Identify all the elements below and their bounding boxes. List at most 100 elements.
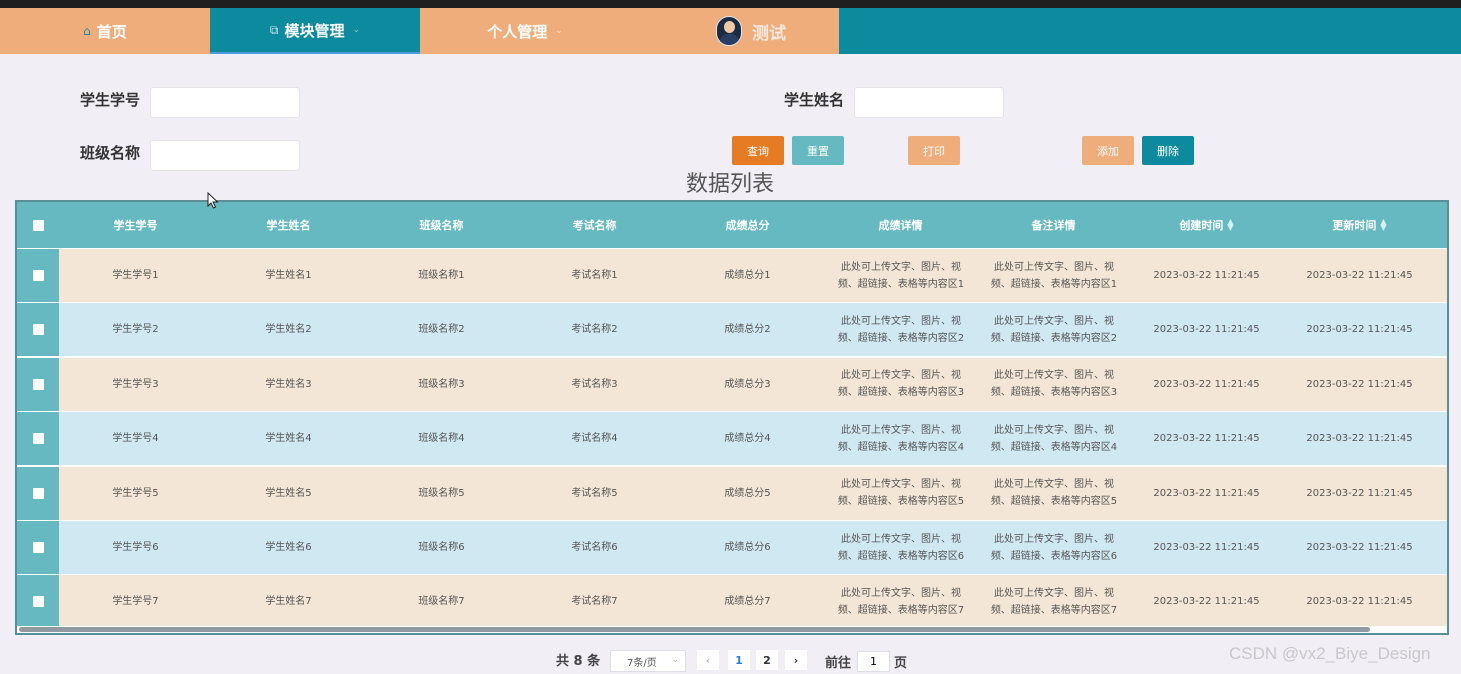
nav-personal-management[interactable]: 个人管理 ⌄ xyxy=(420,8,630,54)
copy-icon: ⧉ xyxy=(269,22,279,37)
page-1-button[interactable]: 1 xyxy=(728,650,750,670)
class-name-input[interactable] xyxy=(150,140,300,171)
query-button[interactable]: 查询 xyxy=(732,136,784,165)
cell-updated-time: 2023-03-22 11:21:45 xyxy=(1306,433,1413,445)
page-size-select[interactable]: 7条/页 ⌄ xyxy=(610,650,686,672)
prev-page-button[interactable]: ‹ xyxy=(697,650,719,670)
goto-label: 前往 xyxy=(825,656,852,671)
cell-remark-detail: 此处可上传文字、图片、视频、超链接、表格等内容区6 xyxy=(990,533,1118,562)
cell-exam-name: 考试名称1 xyxy=(571,270,618,281)
data-list-title: 数据列表 xyxy=(686,172,775,197)
cell-class-name: 班级名称1 xyxy=(418,270,465,281)
data-table: 学生学号 学生姓名 班级名称 考试名称 成绩总分 成绩详情 备注详情 创建时间 … xyxy=(15,200,1449,635)
col-updated-time-label: 更新时间 xyxy=(1332,219,1377,232)
row-checkbox[interactable] xyxy=(32,542,44,553)
pagination-total: 共 8 条 xyxy=(556,654,601,669)
row-checkbox[interactable] xyxy=(32,487,44,499)
table-row[interactable]: 学生学号7 学生姓名7 班级名称7 考试名称7 成绩总分7 此处可上传文字、图片、视频、超… xyxy=(17,574,1447,629)
cell-score-detail: 此处可上传文字、图片、视频、超链接、表格等内容区6 xyxy=(837,533,965,562)
cell-student-no: 学生学号5 xyxy=(112,487,159,499)
cell-score-detail: 此处可上传文字、图片、视频、超链接、表格等内容区4 xyxy=(837,424,965,453)
cell-total-score: 成绩总分2 xyxy=(724,324,771,336)
reset-button[interactable]: 重置 xyxy=(792,136,844,165)
add-button[interactable]: 添加 xyxy=(1082,136,1134,165)
nav-personal-label: 个人管理 xyxy=(487,22,548,41)
nav-module-label: 模块管理 xyxy=(284,21,345,40)
cell-exam-name: 考试名称7 xyxy=(571,596,618,608)
class-name-label: 班级名称 xyxy=(80,144,141,162)
cell-updated-time: 2023-03-22 11:21:45 xyxy=(1306,596,1413,608)
col-updated-time[interactable]: 更新时间 ▲ ▼ xyxy=(1283,202,1436,248)
nav-user[interactable]: 测试 xyxy=(630,8,839,54)
cell-remark-detail: 此处可上传文字、图片、视频、超链接、表格等内容区3 xyxy=(990,370,1118,399)
table-row[interactable]: 学生学号2 学生姓名2 班级名称2 考试名称2 成绩总分2 此处可上传文字、图片、视频、超… xyxy=(17,302,1447,357)
scrollbar-thumb[interactable] xyxy=(19,627,1370,632)
col-remark-detail: 备注详情 xyxy=(1031,219,1076,232)
cell-created-time: 2023-03-22 11:21:45 xyxy=(1153,596,1260,608)
horizontal-scrollbar[interactable] xyxy=(17,626,1447,633)
cell-total-score: 成绩总分5 xyxy=(724,487,771,499)
cell-remark-detail: 此处可上传文字、图片、视频、超链接、表格等内容区4 xyxy=(990,424,1118,453)
cell-created-time: 2023-03-22 11:21:45 xyxy=(1153,270,1260,281)
row-checkbox[interactable] xyxy=(32,324,44,336)
goto-page-input[interactable] xyxy=(857,651,890,672)
table-row[interactable]: 学生学号3 学生姓名3 班级名称3 考试名称3 成绩总分3 此处可上传文字、图片、视频、超… xyxy=(17,356,1447,411)
col-created-time[interactable]: 创建时间 ▲ ▼ xyxy=(1130,202,1283,248)
row-checkbox[interactable] xyxy=(32,596,44,608)
sort-icon[interactable]: ▲ ▼ xyxy=(1380,218,1386,232)
cell-exam-name: 考试名称4 xyxy=(571,433,618,445)
student-name-input[interactable] xyxy=(854,87,1004,118)
nav-module-management[interactable]: ⧉ 模块管理 ⌄ xyxy=(210,8,420,54)
cell-student-no: 学生学号7 xyxy=(112,596,159,608)
cell-created-time: 2023-03-22 11:21:45 xyxy=(1153,487,1260,499)
table-header: 学生学号 学生姓名 班级名称 考试名称 成绩总分 成绩详情 备注详情 创建时间 … xyxy=(17,202,1447,248)
table-row[interactable]: 学生学号4 学生姓名4 班级名称4 考试名称4 成绩总分4 此处可上传文字、图片、视频、超… xyxy=(17,411,1447,466)
cell-total-score: 成绩总分4 xyxy=(724,433,771,445)
next-page-button[interactable]: › xyxy=(785,650,807,670)
page-2-button[interactable]: 2 xyxy=(756,650,778,670)
cell-remark-detail: 此处可上传文字、图片、视频、超链接、表格等内容区2 xyxy=(990,315,1118,344)
sort-icon[interactable]: ▲ ▼ xyxy=(1227,218,1233,232)
student-no-input[interactable] xyxy=(150,87,300,118)
col-class-name: 班级名称 xyxy=(419,219,464,232)
avatar xyxy=(716,16,742,46)
row-checkbox[interactable] xyxy=(32,433,44,445)
col-student-no: 学生学号 xyxy=(113,219,158,232)
cell-created-time: 2023-03-22 11:21:45 xyxy=(1153,542,1260,553)
cell-student-name: 学生姓名7 xyxy=(265,596,312,608)
cell-class-name: 班级名称7 xyxy=(418,596,465,608)
select-all-cell xyxy=(17,202,59,248)
print-button[interactable]: 打印 xyxy=(908,136,960,165)
cell-updated-time: 2023-03-22 11:21:45 xyxy=(1306,487,1413,499)
cell-total-score: 成绩总分7 xyxy=(724,596,771,608)
table-row[interactable]: 学生学号5 学生姓名5 班级名称5 考试名称5 成绩总分5 此处可上传文字、图片、视频、超… xyxy=(17,465,1447,520)
cell-student-name: 学生姓名6 xyxy=(265,542,312,553)
cell-created-time: 2023-03-22 11:21:45 xyxy=(1153,378,1260,390)
cell-student-no: 学生学号4 xyxy=(112,433,159,445)
cell-student-name: 学生姓名3 xyxy=(265,378,312,390)
cell-student-no: 学生学号1 xyxy=(112,270,159,281)
cell-class-name: 班级名称2 xyxy=(418,324,465,336)
nav-home[interactable]: ⌂ 首页 xyxy=(0,8,210,54)
cell-total-score: 成绩总分6 xyxy=(724,542,771,553)
user-name: 测试 xyxy=(752,23,786,44)
cell-updated-time: 2023-03-22 11:21:45 xyxy=(1306,270,1413,281)
cell-exam-name: 考试名称6 xyxy=(571,542,618,553)
select-all-checkbox[interactable] xyxy=(32,219,44,231)
table-row[interactable]: 学生学号1 学生姓名1 班级名称1 考试名称1 成绩总分1 此处可上传文字、图片、视频、超… xyxy=(17,248,1447,302)
table-row[interactable]: 学生学号6 学生姓名6 班级名称6 考试名称6 成绩总分6 此处可上传文字、图片、视频、超… xyxy=(17,520,1447,574)
student-name-label: 学生姓名 xyxy=(784,91,845,109)
row-checkbox[interactable] xyxy=(32,378,44,390)
row-checkbox[interactable] xyxy=(32,270,44,281)
cell-score-detail: 此处可上传文字、图片、视频、超链接、表格等内容区7 xyxy=(837,587,965,616)
row-checkbox-cell xyxy=(17,466,59,520)
top-nav: ⌂ 首页 ⧉ 模块管理 ⌄ 个人管理 ⌄ 测试 xyxy=(0,8,1461,54)
col-score-detail: 成绩详情 xyxy=(878,219,923,232)
cell-student-name: 学生姓名4 xyxy=(265,433,312,445)
row-checkbox-cell xyxy=(17,575,59,629)
delete-button[interactable]: 删除 xyxy=(1142,136,1194,165)
cell-updated-time: 2023-03-22 11:21:45 xyxy=(1306,542,1413,553)
cell-remark-detail: 此处可上传文字、图片、视频、超链接、表格等内容区7 xyxy=(990,587,1118,616)
cell-total-score: 成绩总分1 xyxy=(724,270,771,281)
home-icon: ⌂ xyxy=(83,24,91,38)
